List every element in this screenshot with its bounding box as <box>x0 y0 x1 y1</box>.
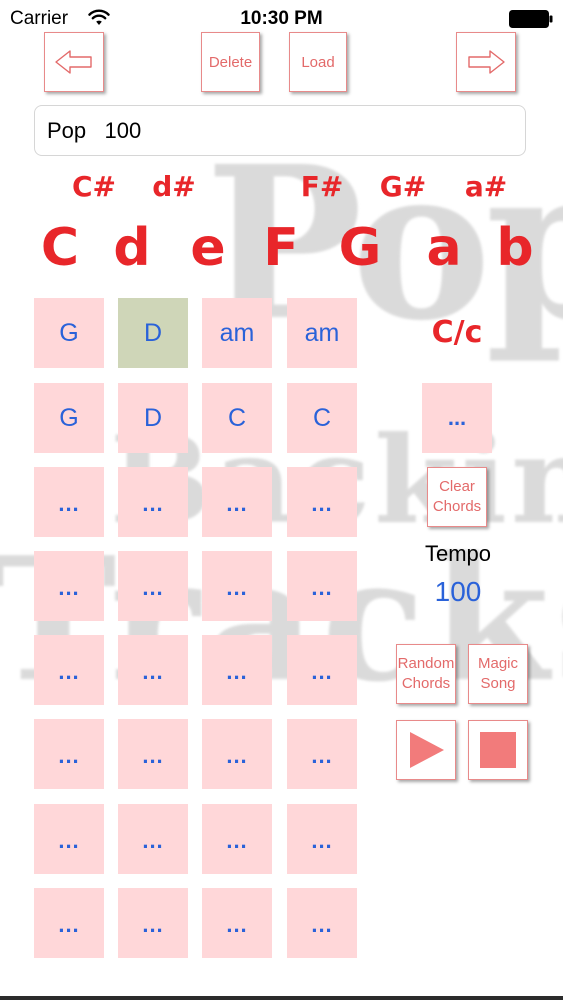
key-f[interactable]: F <box>253 222 309 274</box>
load-button[interactable]: Load <box>289 32 347 92</box>
right-arrow-icon <box>468 50 505 74</box>
stop-button[interactable] <box>468 720 528 780</box>
key-a[interactable]: a <box>416 222 472 274</box>
previous-button[interactable] <box>44 32 104 92</box>
clock: 10:30 PM <box>240 8 323 29</box>
chord-cell[interactable]: ... <box>34 467 104 537</box>
key-c-sharp[interactable]: C# <box>66 173 122 201</box>
chord-cell[interactable]: ... <box>34 804 104 874</box>
stop-icon <box>480 732 516 768</box>
chord-cell[interactable]: ... <box>118 551 188 621</box>
key-f-sharp[interactable]: F# <box>294 173 350 201</box>
key-a-sharp[interactable]: a# <box>458 173 514 201</box>
chord-cell[interactable]: D <box>118 298 188 368</box>
chord-cell[interactable]: ... <box>118 888 188 958</box>
chord-cell[interactable]: ... <box>34 551 104 621</box>
key-g[interactable]: G <box>330 222 390 274</box>
play-button[interactable] <box>396 720 456 780</box>
chord-cell[interactable]: am <box>287 298 357 368</box>
delete-button[interactable]: Delete <box>201 32 260 92</box>
clear-label-line1: Clear <box>439 478 475 495</box>
chord-cell[interactable]: ... <box>202 888 272 958</box>
key-c[interactable]: C <box>32 222 88 274</box>
next-button[interactable] <box>456 32 516 92</box>
clear-chords-button[interactable]: Clear Chords <box>427 467 487 527</box>
chord-cell[interactable]: ... <box>287 551 357 621</box>
key-g-sharp[interactable]: G# <box>375 173 431 201</box>
chord-cell[interactable]: ... <box>202 467 272 537</box>
random-label-line1: Random <box>397 655 455 672</box>
chord-cell[interactable]: ... <box>34 635 104 705</box>
chord-cell[interactable]: ... <box>202 804 272 874</box>
chord-cell[interactable]: ... <box>202 719 272 789</box>
random-chords-button[interactable]: Random Chords <box>396 644 456 704</box>
song-name-field[interactable]: Pop 100 <box>34 105 526 156</box>
magic-song-button[interactable]: Magic Song <box>468 644 528 704</box>
current-chord-label: C/c <box>431 315 483 350</box>
play-icon <box>410 732 444 768</box>
chord-cell[interactable]: ... <box>287 635 357 705</box>
magic-label-line1: Magic <box>477 655 518 672</box>
chord-cell[interactable]: am <box>202 298 272 368</box>
tempo-label: Tempo <box>424 541 492 566</box>
battery-icon <box>509 10 553 28</box>
chord-cell[interactable]: C <box>202 383 272 453</box>
key-b[interactable]: b <box>487 222 543 274</box>
chord-cell[interactable]: D <box>118 383 188 453</box>
chord-cell[interactable]: C <box>287 383 357 453</box>
chord-cell[interactable]: ... <box>118 635 188 705</box>
key-d-sharp[interactable]: d# <box>146 173 202 201</box>
random-label-line2: Chords <box>401 675 451 692</box>
chord-cell[interactable]: ... <box>118 467 188 537</box>
tempo-value[interactable]: 100 <box>405 576 511 608</box>
bottom-edge <box>0 996 563 1000</box>
chord-cell[interactable]: ... <box>118 719 188 789</box>
key-d[interactable]: d <box>104 222 160 274</box>
chord-cell[interactable]: ... <box>202 551 272 621</box>
left-arrow-icon <box>55 50 92 74</box>
chord-cell[interactable]: ... <box>34 719 104 789</box>
chord-cell[interactable]: ... <box>202 635 272 705</box>
chord-slot[interactable]: ... <box>422 383 492 453</box>
clear-label-line2: Chords <box>432 498 482 515</box>
app-screen: Pop Backing Tracks Carrier 10:30 PM Dele… <box>0 0 563 1000</box>
chord-cell[interactable]: G <box>34 298 104 368</box>
chord-cell[interactable]: ... <box>118 804 188 874</box>
chord-cell[interactable]: ... <box>287 467 357 537</box>
chord-cell[interactable]: ... <box>287 888 357 958</box>
key-e[interactable]: e <box>180 222 236 274</box>
chord-cell[interactable]: G <box>34 383 104 453</box>
magic-label-line2: Song <box>480 675 516 692</box>
chord-cell[interactable]: ... <box>287 719 357 789</box>
chord-cell[interactable]: ... <box>34 888 104 958</box>
chord-cell[interactable]: ... <box>287 804 357 874</box>
